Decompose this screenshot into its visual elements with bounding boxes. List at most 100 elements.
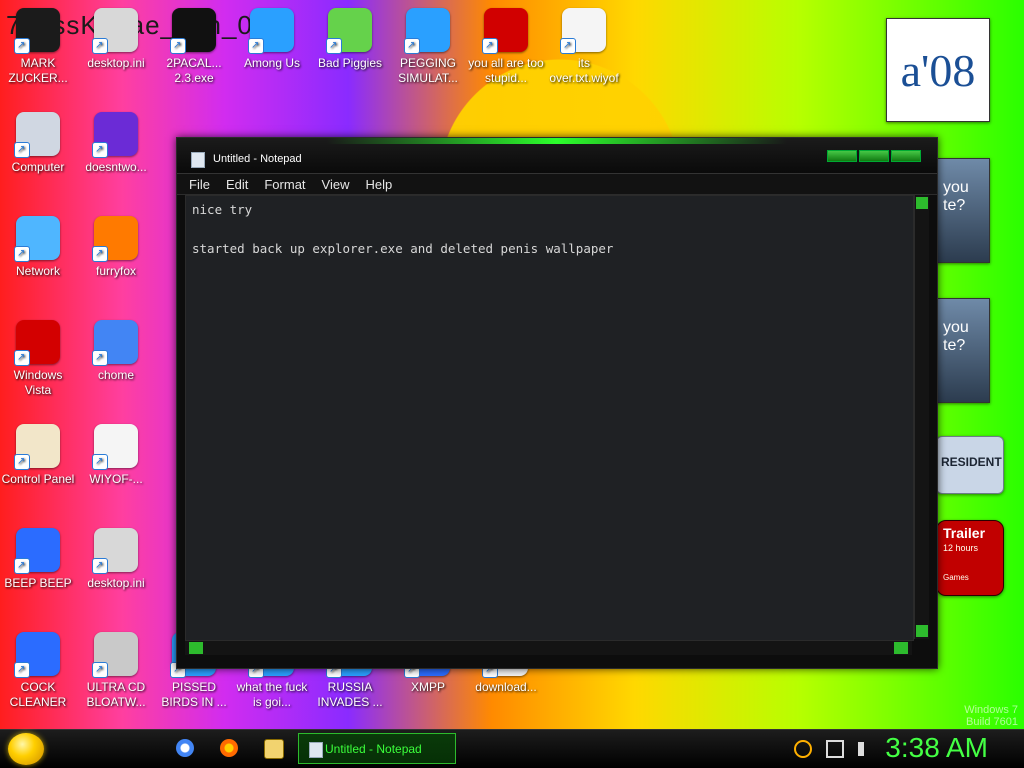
desktop-icon-label: 2PACAL... 2.3.exe — [166, 56, 222, 85]
horizontal-scrollbar[interactable] — [185, 640, 912, 655]
document-icon — [560, 8, 606, 54]
shortcut-arrow-icon — [14, 454, 30, 470]
desktop-icon-label: XMPP — [410, 680, 445, 694]
desktop-icon-label: RUSSIA INVADES ... — [317, 680, 383, 709]
desktop-icon[interactable]: its over.txt.wiyof — [546, 8, 622, 86]
desktop-icon-label: MARK ZUCKER... — [8, 56, 68, 85]
right-card-08[interactable]: a'08 — [886, 18, 990, 122]
system-tray — [794, 740, 878, 758]
menu-view[interactable]: View — [322, 177, 350, 192]
start-button[interactable] — [8, 733, 44, 765]
desktop-icon-label: Network — [15, 264, 60, 278]
notepad-window[interactable]: Untitled - Notepad File Edit Format View… — [176, 137, 938, 669]
shortcut-arrow-icon — [14, 350, 30, 366]
network-icon[interactable] — [826, 740, 844, 758]
app-icon — [14, 632, 60, 678]
notepad-titlebar[interactable]: Untitled - Notepad — [177, 138, 937, 174]
cd-icon — [92, 632, 138, 678]
vscroll-up-arrow[interactable] — [916, 197, 928, 209]
desktop-icon[interactable]: furryfox — [78, 216, 154, 279]
right-card-2-text: you te? — [943, 319, 969, 354]
shortcut-arrow-icon — [92, 558, 108, 574]
desktop-icon[interactable]: Bad Piggies — [312, 8, 388, 71]
right-card-2[interactable]: you te? — [936, 298, 990, 403]
desktop-icon[interactable]: PEGGING SIMULAT... — [390, 8, 466, 86]
chrome-icon — [92, 320, 138, 366]
right-card-1[interactable]: you te? — [936, 158, 990, 263]
desktop-icon[interactable]: Network — [0, 216, 76, 279]
desktop-icon-label: Among Us — [243, 56, 301, 70]
desktop-icon[interactable]: ULTRA CD BLOATW... — [78, 632, 154, 710]
right-card-4[interactable]: Trailer 12 hours Games — [936, 520, 1004, 596]
shortcut-arrow-icon — [14, 662, 30, 678]
volume-icon[interactable] — [858, 742, 878, 756]
desktop-icon-label: WIYOF-... — [89, 472, 143, 486]
taskbar: Untitled - Notepad 3:38 AM — [0, 729, 1024, 768]
desktop-icon[interactable]: WIYOF-... — [78, 424, 154, 487]
shortcut-arrow-icon — [92, 454, 108, 470]
right-card-3[interactable]: RESIDENT — [936, 436, 1004, 494]
desktop-icon[interactable]: Windows Vista — [0, 320, 76, 398]
vertical-scrollbar[interactable] — [914, 195, 929, 639]
editor-text[interactable]: nice try started back up explorer.exe an… — [186, 196, 913, 263]
desktop-icon[interactable]: Among Us — [234, 8, 310, 71]
desktop-icon[interactable]: 2PACAL... 2.3.exe — [156, 8, 232, 86]
right-card-4-sub: 12 hours — [943, 543, 979, 553]
firefox-icon[interactable] — [220, 739, 238, 757]
hscroll-right-arrow[interactable] — [894, 642, 908, 654]
right-card-08-text: a'08 — [900, 44, 976, 96]
desktop-icon-label: BEEP BEEP — [4, 576, 72, 590]
devcpp-icon — [482, 8, 528, 54]
desktop-icon[interactable]: MARK ZUCKER... — [0, 8, 76, 86]
desktop-icon-label: COCK CLEANER — [9, 680, 67, 709]
pig-icon — [326, 8, 372, 54]
menu-format[interactable]: Format — [264, 177, 305, 192]
desktop-icon[interactable]: doesntwo... — [78, 112, 154, 175]
desktop-icon[interactable]: Control Panel — [0, 424, 76, 487]
close-button[interactable] — [891, 150, 921, 162]
shortcut-arrow-icon — [560, 38, 576, 54]
shortcut-arrow-icon — [92, 662, 108, 678]
shortcut-arrow-icon — [326, 38, 342, 54]
document-icon — [92, 424, 138, 470]
desktop-icon[interactable]: you all are too stupid... — [468, 8, 544, 86]
desktop-icon-label: what the fuck is goi... — [236, 680, 308, 709]
right-card-4-title: Trailer — [943, 525, 986, 541]
console-icon — [170, 8, 216, 54]
clock[interactable]: 3:38 AM — [885, 732, 988, 764]
right-card-1-text: you te? — [943, 179, 969, 214]
taskbar-notepad-label: Untitled - Notepad — [325, 741, 422, 756]
network-icon — [14, 216, 60, 262]
desktop-icon-label: PEGGING SIMULAT... — [398, 56, 458, 85]
shortcut-arrow-icon — [92, 142, 108, 158]
photo-icon — [14, 8, 60, 54]
menu-file[interactable]: File — [189, 177, 210, 192]
desktop-icon-label: you all are too stupid... — [468, 56, 544, 85]
notepad-icon — [191, 152, 205, 168]
desktop-icon[interactable]: BEEP BEEP — [0, 528, 76, 591]
search-icon[interactable] — [794, 740, 812, 758]
vscroll-down-arrow[interactable] — [916, 625, 928, 637]
chrome-icon[interactable] — [176, 739, 194, 757]
shortcut-arrow-icon — [14, 246, 30, 262]
desktop-icon[interactable]: desktop.ini — [78, 528, 154, 591]
explorer-icon[interactable] — [264, 739, 284, 759]
desktop-icon[interactable]: chome — [78, 320, 154, 383]
menu-help[interactable]: Help — [365, 177, 392, 192]
quick-launch — [176, 739, 284, 759]
windows-watermark: Windows 7 Build 7601 — [964, 704, 1018, 728]
taskbar-notepad-button[interactable]: Untitled - Notepad — [298, 733, 456, 764]
desktop-icon-label: Bad Piggies — [317, 56, 383, 70]
minimize-button[interactable] — [827, 150, 857, 162]
hscroll-left-arrow[interactable] — [189, 642, 203, 654]
desktop-icon[interactable]: desktop.ini — [78, 8, 154, 71]
desktop-icon[interactable]: Computer — [0, 112, 76, 175]
gear-file-icon — [92, 528, 138, 574]
shortcut-arrow-icon — [170, 38, 186, 54]
text-editor[interactable]: nice try started back up explorer.exe an… — [185, 195, 914, 641]
maximize-button[interactable] — [859, 150, 889, 162]
desktop-icon[interactable]: COCK CLEANER — [0, 632, 76, 710]
gear-file-icon — [92, 8, 138, 54]
game-icon — [404, 8, 450, 54]
menu-edit[interactable]: Edit — [226, 177, 248, 192]
